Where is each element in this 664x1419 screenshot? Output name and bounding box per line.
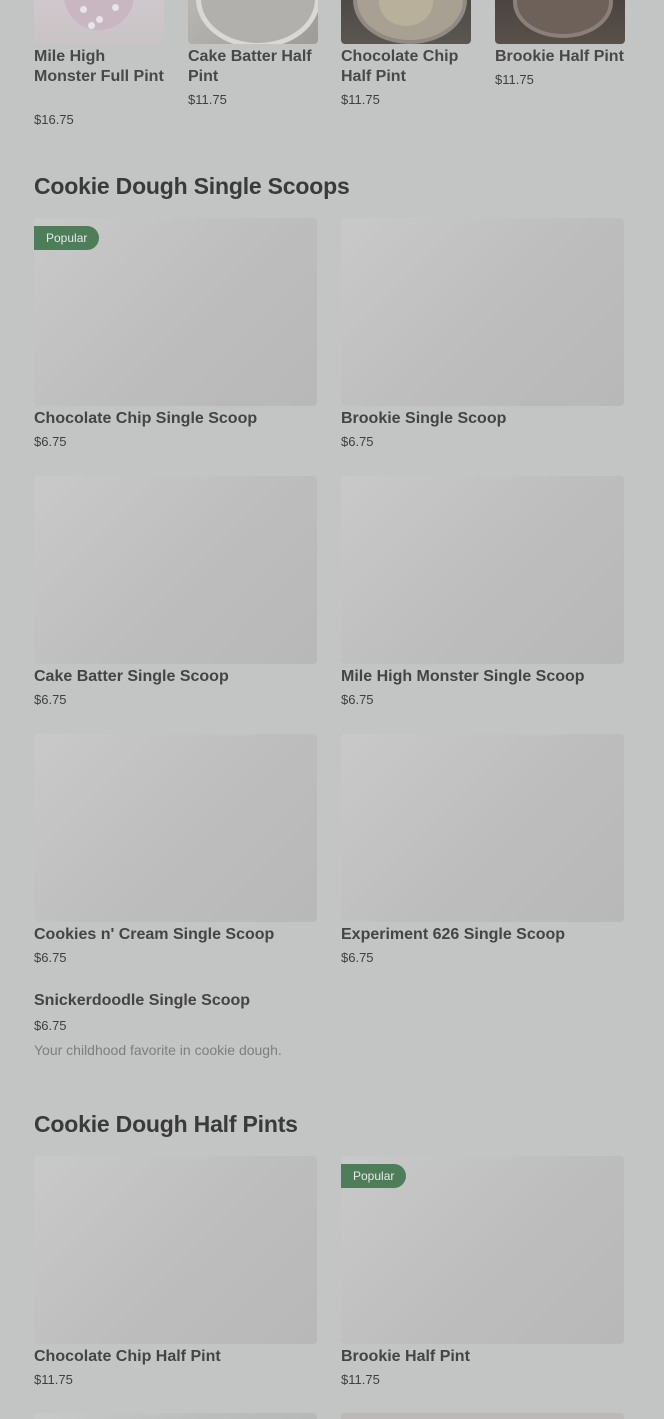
menu-item-image[interactable] [341,476,624,664]
sprinkle-dot [88,22,95,29]
menu-item-price: $6.75 [34,692,67,707]
section-title: Cookie Dough Half Pints [34,1111,298,1137]
menu-item-price: $6.75 [34,950,67,965]
menu-item-price: $11.75 [188,92,227,107]
bowl-photo [196,0,318,44]
menu-item-price: $6.75 [34,1018,67,1033]
sprinkle-dot [96,16,103,23]
menu-item-name[interactable]: Snickerdoodle Single Scoop [34,991,250,1011]
sprinkle-dot [112,4,119,11]
menu-item-name[interactable]: Mile High Monster Full Pint [34,47,164,87]
menu-item-name[interactable]: Cake Batter Half Pint [188,47,318,87]
menu-item-price: $6.75 [341,434,374,449]
menu-item-image[interactable] [34,1156,317,1344]
menu-item-name[interactable]: Mile High Monster Single Scoop [341,667,585,687]
menu-item-name[interactable]: Brookie Half Pint [341,1347,470,1367]
menu-item-image[interactable] [495,0,625,44]
menu-item-name[interactable]: Chocolate Chip Half Pint [34,1347,221,1367]
menu-item-image[interactable] [188,0,318,44]
brownie-photo [513,0,613,38]
menu-item-description: Your childhood favorite in cookie dough. [34,1042,282,1058]
menu-item-price: $11.75 [495,72,534,87]
pint-photo [64,0,134,30]
menu-item-price: $6.75 [341,950,374,965]
menu-item-price: $11.75 [341,92,380,107]
sprinkle-dot [80,6,87,13]
menu-item-name[interactable]: Cake Batter Single Scoop [34,667,229,687]
menu-item-name[interactable]: Brookie Single Scoop [341,409,506,429]
menu-item-name[interactable]: Brookie Half Pint [495,47,625,67]
menu-item-image[interactable] [34,476,317,664]
menu-item-price: $11.75 [341,1372,380,1387]
menu-item-image[interactable] [341,218,624,406]
menu-item-image[interactable] [34,1413,317,1419]
menu-item-image[interactable] [341,0,471,44]
menu-item-price: $6.75 [34,434,67,449]
menu-item-price: $6.75 [341,692,374,707]
menu-item-price: $16.75 [34,112,74,127]
section-title: Cookie Dough Single Scoops [34,173,350,199]
menu-item-name[interactable]: Chocolate Chip Half Pint [341,47,471,87]
menu-item-image[interactable] [341,734,624,922]
popular-badge: Popular [34,226,100,250]
menu-item-name[interactable]: Cookies n' Cream Single Scoop [34,925,274,945]
popular-badge: Popular [341,1164,407,1188]
menu-item-price: $11.75 [34,1372,73,1387]
menu-item-image[interactable] [34,0,164,44]
menu-item-name[interactable]: Experiment 626 Single Scoop [341,925,565,945]
menu-item-image[interactable] [341,1413,624,1419]
menu-item-name[interactable]: Chocolate Chip Single Scoop [34,409,257,429]
menu-item-image[interactable] [34,734,317,922]
